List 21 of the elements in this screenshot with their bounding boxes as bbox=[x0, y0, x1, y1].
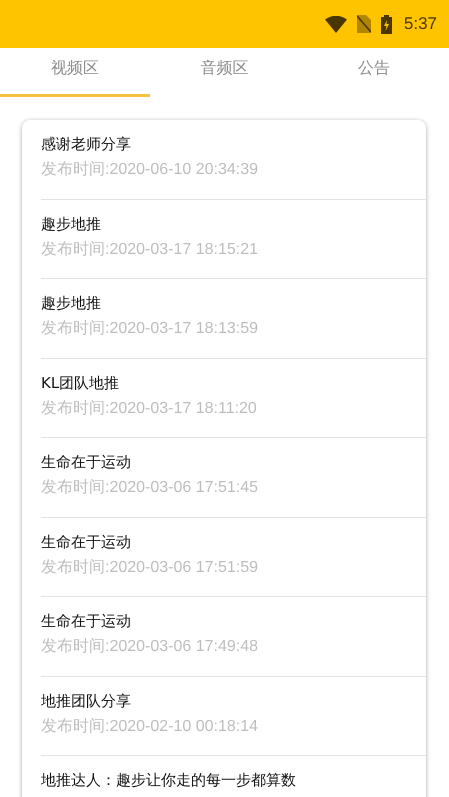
status-time: 5:37 bbox=[404, 14, 437, 34]
post-title[interactable]: 趣步地推 bbox=[41, 292, 101, 314]
wifi-icon bbox=[324, 16, 347, 32]
post-time: 发布时间:2020-06-10 20:34:39 bbox=[41, 160, 258, 180]
battery-icon bbox=[380, 14, 392, 34]
post-time: 发布时间:2020-03-06 17:49:48 bbox=[41, 636, 258, 657]
post-title[interactable]: 生命在于运动 bbox=[41, 451, 131, 473]
post-time: 发布时间:2020-03-06 17:51:59 bbox=[41, 558, 258, 578]
post-time: 发布时间:2020-03-17 18:15:21 bbox=[41, 240, 258, 260]
post-title[interactable]: 地推达人：趣步让你走的每一步都算数 bbox=[41, 769, 296, 791]
post-title[interactable]: KL团队地推 bbox=[41, 372, 120, 394]
post-time: 发布时间:2020-02-10 00:18:14 bbox=[41, 716, 258, 736]
post-time: 发布时间:2020-03-17 18:13:59 bbox=[41, 318, 258, 339]
no-sim-icon bbox=[356, 15, 371, 33]
post-title[interactable]: 生命在于运动 bbox=[41, 610, 131, 632]
post-title[interactable]: 地推团队分享 bbox=[41, 690, 131, 712]
post-title[interactable]: 趣步地推 bbox=[41, 212, 101, 234]
post-time: 发布时间:2020-03-06 17:51:45 bbox=[41, 478, 258, 498]
post-title[interactable]: 感谢老师分享 bbox=[41, 133, 131, 155]
post-title[interactable]: 生命在于运动 bbox=[41, 530, 131, 552]
post-time: 发布时间:2020-03-17 18:11:20 bbox=[41, 398, 257, 418]
